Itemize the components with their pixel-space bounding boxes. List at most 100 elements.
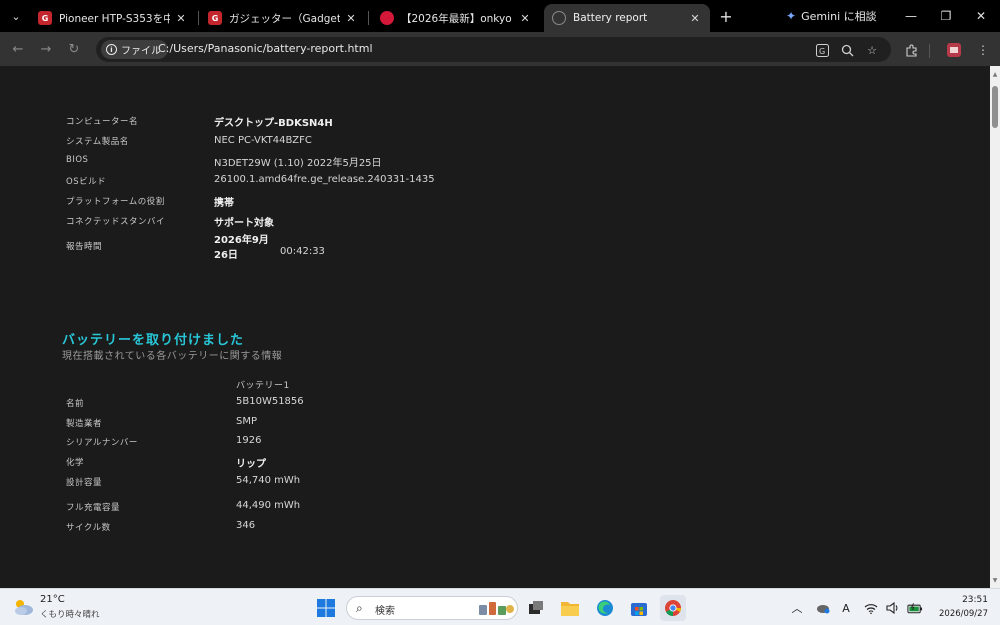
- file-explorer-icon[interactable]: [557, 595, 583, 621]
- serial-number-label: シリアルナンバー: [66, 438, 138, 448]
- info-icon: i: [106, 44, 117, 55]
- installed-batteries-heading: バッテリーを取り付けました: [62, 333, 245, 348]
- bios-value: N3DET29W (1.10) 2022年5月25日: [214, 158, 382, 169]
- menu-kebab-icon[interactable]: ⋮: [974, 41, 992, 59]
- tab-gadgeteer[interactable]: G ガジェッター（Gadgeteer）| ジ ✕: [200, 4, 366, 32]
- tab-title: 【2026年最新】onkyo base-v: [401, 12, 514, 25]
- back-arrow-icon[interactable]: ←: [8, 39, 28, 59]
- battery-report-page: コンピューター名 デスクトップ-BDKSN4H システム製品名 NEC PC-V…: [0, 66, 990, 588]
- chemistry-value: リップ: [236, 459, 266, 470]
- svg-text:G: G: [819, 47, 825, 56]
- report-time-label: 報告時間: [66, 242, 103, 252]
- start-windows-icon[interactable]: [313, 595, 339, 621]
- window-close-icon[interactable]: ✕: [970, 6, 992, 26]
- report-time-date: 2026年9月: [214, 235, 269, 246]
- browser-toolbar: ← → ↻ i ファイル C:/Users/Panasonic/battery-…: [0, 32, 1000, 66]
- full-charge-capacity-label: フル充電容量: [66, 503, 121, 513]
- profile-avatar-icon[interactable]: [945, 41, 963, 59]
- address-bar[interactable]: i ファイル C:/Users/Panasonic/battery-report…: [96, 37, 891, 62]
- restore-icon[interactable]: ❐: [935, 6, 957, 26]
- tab-separator: [198, 11, 199, 25]
- bookmark-star-icon[interactable]: ☆: [864, 42, 880, 58]
- weather-temperature[interactable]: 21°C: [40, 594, 65, 605]
- search-icon: ⌕: [356, 601, 363, 615]
- taskbar-search-box[interactable]: ⌕ 検索: [346, 596, 518, 620]
- cycle-count-label: サイクル数: [66, 523, 111, 533]
- scroll-up-arrow-icon[interactable]: ▲: [990, 68, 1000, 80]
- globe-icon: [552, 11, 566, 25]
- translate-icon[interactable]: G: [814, 42, 830, 58]
- tab-title: Pioneer HTP-S353を中古で買: [59, 12, 170, 25]
- reload-icon[interactable]: ↻: [64, 39, 84, 59]
- platform-role-value: 携帯: [214, 198, 234, 209]
- edge-browser-icon[interactable]: [592, 595, 618, 621]
- close-icon[interactable]: ✕: [344, 12, 358, 25]
- chemistry-label: 化学: [66, 458, 85, 468]
- tab-battery-report[interactable]: Battery report ✕: [544, 4, 710, 32]
- installed-batteries-subtitle: 現在搭載されている各バッテリーに関する情報: [62, 351, 283, 362]
- os-build-value: 26100.1.amd64fre.ge_release.240331-1435: [214, 174, 435, 185]
- zoom-icon[interactable]: [839, 42, 855, 58]
- red-logo-icon: G: [38, 11, 52, 25]
- battery-name-label: 名前: [66, 399, 85, 409]
- red-logo-icon: G: [208, 11, 222, 25]
- close-icon[interactable]: ✕: [688, 12, 702, 25]
- site-info-label: ファイル: [121, 46, 161, 57]
- tab-title: ガジェッター（Gadgeteer）| ジ: [229, 12, 340, 25]
- tab-separator: [368, 11, 369, 25]
- report-time-clock: 00:42:33: [280, 246, 325, 257]
- cycle-count-value: 346: [236, 520, 256, 531]
- battery-name-value: 5B10W51856: [236, 396, 304, 407]
- computer-name-label: コンピューター名: [66, 117, 139, 127]
- full-charge-capacity-value: 44,490 mWh: [236, 500, 301, 511]
- computer-name-value: デスクトップ-BDKSN4H: [214, 118, 333, 129]
- tab-title: Battery report: [573, 12, 648, 24]
- new-tab-plus-icon[interactable]: +: [716, 6, 736, 26]
- url-text[interactable]: C:/Users/Panasonic/battery-report.html: [158, 42, 373, 55]
- close-icon[interactable]: ✕: [174, 12, 188, 25]
- connected-standby-value: サポート対象: [214, 218, 274, 229]
- bios-label: BIOS: [66, 155, 89, 165]
- onedrive-cloud-icon[interactable]: [814, 600, 830, 616]
- raspberry-icon: [380, 11, 394, 25]
- ime-indicator[interactable]: A: [838, 600, 854, 616]
- connected-standby-label: コネクテッドスタンバイ: [66, 217, 166, 227]
- gemini-sparkle-icon: ✦: [786, 9, 797, 23]
- page-scrollbar[interactable]: ▲ ▼: [990, 66, 1000, 588]
- serial-number-value: 1926: [236, 435, 262, 446]
- chrome-browser-icon[interactable]: [660, 595, 686, 621]
- windows-taskbar: 21°C くもり時々晴れ ⌕ 検索 ︿ A 23:51 2026/09/27: [0, 588, 1000, 625]
- search-placeholder: 検索: [375, 606, 395, 617]
- report-heading-cropped: [58, 66, 418, 76]
- scroll-down-arrow-icon[interactable]: ▼: [990, 574, 1000, 586]
- volume-speaker-icon[interactable]: [885, 600, 901, 616]
- gemini-label: Gemini に相談: [801, 10, 877, 23]
- minimize-icon[interactable]: —: [900, 6, 922, 26]
- screen: ⌄ G Pioneer HTP-S353を中古で買 ✕ G ガジェッター（Gad…: [0, 0, 1000, 625]
- tab-strip: ⌄ G Pioneer HTP-S353を中古で買 ✕ G ガジェッター（Gad…: [0, 0, 1000, 32]
- design-capacity-value: 54,740 mWh: [236, 475, 301, 486]
- report-time-day: 26日: [214, 250, 238, 261]
- tray-chevron-up-icon[interactable]: ︿: [789, 600, 805, 616]
- close-icon[interactable]: ✕: [518, 12, 532, 25]
- weather-description[interactable]: くもり時々晴れ: [40, 608, 100, 620]
- task-view-icon[interactable]: [523, 595, 549, 621]
- wifi-icon[interactable]: [863, 600, 879, 616]
- extensions-puzzle-icon[interactable]: [902, 41, 920, 59]
- battery-charging-icon[interactable]: [907, 600, 923, 616]
- product-name-label: システム製品名: [66, 137, 129, 147]
- scrollbar-thumb[interactable]: [992, 86, 998, 128]
- battery-column-header: バッテリー1: [236, 381, 290, 391]
- microsoft-store-icon[interactable]: [626, 595, 652, 621]
- tab-onkyo[interactable]: 【2026年最新】onkyo base-v ✕: [372, 4, 540, 32]
- tab-pioneer[interactable]: G Pioneer HTP-S353を中古で買 ✕: [30, 4, 196, 32]
- clock-date[interactable]: 2026/09/27: [930, 609, 988, 619]
- toolbar-divider: [929, 44, 930, 58]
- gemini-button[interactable]: ✦ Gemini に相談: [786, 8, 877, 24]
- tab-search-chevron-icon[interactable]: ⌄: [4, 5, 28, 27]
- platform-role-label: プラットフォームの役割: [66, 197, 165, 207]
- weather-cloud-sun-icon[interactable]: [12, 597, 34, 617]
- search-highlight-illustration-icon: [479, 602, 514, 615]
- clock-time[interactable]: 23:51: [948, 595, 988, 605]
- forward-arrow-icon[interactable]: →: [36, 39, 56, 59]
